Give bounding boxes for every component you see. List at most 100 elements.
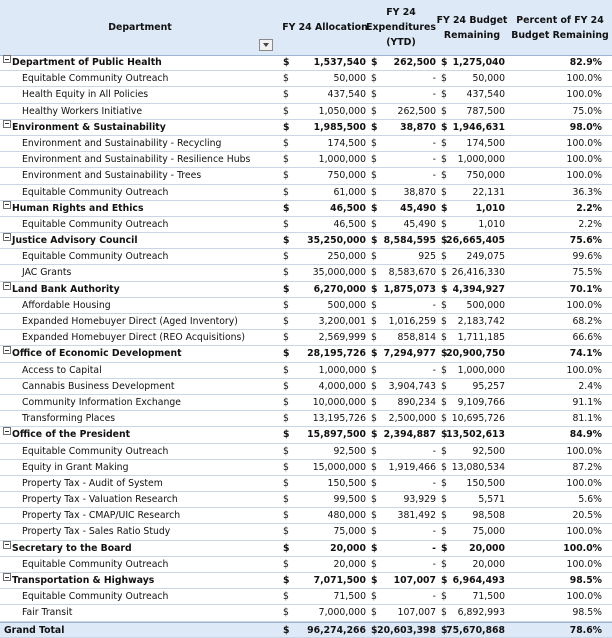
remaining-value: 9,109,766 [457,396,505,408]
currency-symbol: $ [371,396,377,408]
group-row[interactable]: Justice Advisory Council $35,250,000 $8,58… [0,233,612,250]
currency-symbol: $ [371,445,377,457]
percent-remaining-value: 98.0% [569,121,602,133]
group-row[interactable]: Department of Public Health $1,537,540 $26… [0,55,612,72]
currency-symbol: $ [283,89,289,101]
allocation-value: 1,000,000 [318,154,366,166]
currency-symbol: $ [371,332,377,344]
table-row: Equitable Community Outreach $92,500 $ - $92… [0,444,612,460]
currency-symbol: $ [283,121,290,133]
currency-symbol: $ [283,170,289,182]
percent-remaining-value: 100.0% [566,477,602,489]
currency-symbol: $ [441,575,448,586]
expenditures-value: 381,492 [397,510,436,522]
currency-symbol: $ [283,332,289,344]
group-row[interactable]: Land Bank Authority $6,270,000 $1,875,073 $… [0,281,612,298]
currency-symbol: $ [371,461,377,473]
allocation-value: 7,071,500 [313,575,366,586]
expenditures-value: 262,500 [393,57,436,68]
currency-symbol: $ [371,170,377,182]
remaining-value: 10,695,726 [451,413,505,425]
collapse-toggle-icon[interactable] [3,281,11,290]
currency-symbol: $ [283,218,289,230]
department-name: Grand Total [4,624,65,636]
currency-symbol: $ [283,542,290,554]
currency-symbol: $ [441,89,447,101]
currency-symbol: $ [283,137,289,149]
currency-symbol: $ [441,494,447,506]
collapse-toggle-icon[interactable] [3,573,11,581]
filter-dropdown-button[interactable] [259,39,273,51]
expenditures-value: 38,870 [400,121,436,133]
currency-symbol: $ [371,364,377,376]
remaining-value: 20,000 [469,542,505,554]
table-row: Health Equity in All Policies $437,540 $ - $… [0,87,612,104]
group-row[interactable]: Office of the President $15,897,500 $2,394… [0,427,612,444]
group-row[interactable]: Environment & Sustainability $1,985,500 $3… [0,119,612,136]
allocation-value: 1,000,000 [318,364,366,376]
currency-symbol: $ [441,202,448,214]
allocation-value: 99,500 [333,494,366,506]
table-row: JAC Grants $35,000,000 $8,583,670 $26,416,3… [0,265,612,282]
percent-remaining-value: 100.0% [566,154,602,166]
collapse-toggle-icon[interactable] [3,200,11,209]
percent-remaining-value: 5.6% [578,494,602,506]
header-expenditures: FY 24 Expenditures (YTD) [366,7,436,48]
percent-remaining-value: 100.0% [566,445,602,457]
allocation-value: 250,000 [327,251,366,263]
remaining-value: 20,000 [472,558,505,570]
currency-symbol: $ [283,624,290,636]
allocation-value: 174,500 [327,137,366,149]
remaining-value: 787,500 [466,105,505,117]
collapse-toggle-icon[interactable] [3,55,11,63]
table-row: Equity in Grant Making $15,000,000 $1,919,… [0,460,612,476]
percent-remaining-value: 2.2% [578,218,602,230]
percent-remaining-value: 70.1% [569,283,602,295]
collapse-toggle-icon[interactable] [3,119,11,128]
department-name: Secretary to the Board [12,542,132,554]
collapse-toggle-icon[interactable] [3,346,11,355]
remaining-value: 4,394,927 [452,283,505,295]
currency-symbol: $ [441,121,448,133]
expenditures-value: 38,870 [403,186,436,198]
currency-symbol: $ [283,380,289,392]
currency-symbol: $ [371,542,378,554]
allocation-value: 61,000 [333,186,366,198]
department-name: Equitable Community Outreach [22,186,169,198]
remaining-value: 95,257 [472,380,505,392]
currency-symbol: $ [441,186,447,198]
remaining-value: 1,010 [478,218,505,230]
expenditures-value: - [432,526,436,538]
currency-symbol: $ [283,316,289,327]
expenditures-value: - [432,591,436,603]
currency-symbol: $ [441,283,448,295]
collapse-toggle-icon[interactable] [3,540,11,549]
remaining-value: 75,000 [472,526,505,538]
group-row[interactable]: Secretary to the Board $20,000 $ - $20,000 10… [0,540,612,557]
collapse-toggle-icon[interactable] [3,233,11,242]
allocation-value: 480,000 [327,510,366,522]
remaining-value: 13,080,534 [451,461,505,473]
percent-remaining-value: 20.5% [572,510,602,522]
group-row[interactable]: Human Rights and Ethics $46,500 $45,490 $1,… [0,200,612,217]
percent-remaining-value: 100.0% [566,73,602,85]
percent-remaining-value: 98.5% [569,575,602,586]
allocation-value: 6,270,000 [313,283,366,295]
allocation-value: 46,500 [333,218,366,230]
group-row[interactable]: Office of Economic Development $28,195,72… [0,346,612,363]
table-row: Community Information Exchange $10,000,00… [0,395,612,412]
currency-symbol: $ [283,154,289,166]
remaining-value: 5,571 [478,494,505,506]
collapse-toggle-icon[interactable] [3,427,11,436]
table-row: Equitable Community Outreach $250,000 $925… [0,249,612,266]
expenditures-value: 2,500,000 [388,413,436,425]
currency-symbol: $ [441,73,447,85]
percent-remaining-value: 100.0% [566,137,602,149]
currency-symbol: $ [371,137,377,149]
currency-symbol: $ [441,413,447,425]
expenditures-value: 45,490 [400,202,436,214]
group-row[interactable]: Transportation & Highways $7,071,500 $107,… [0,573,612,590]
percent-remaining-value: 75.5% [572,267,602,279]
percent-remaining-value: 2.4% [578,380,602,392]
remaining-value: 500,000 [466,299,505,311]
